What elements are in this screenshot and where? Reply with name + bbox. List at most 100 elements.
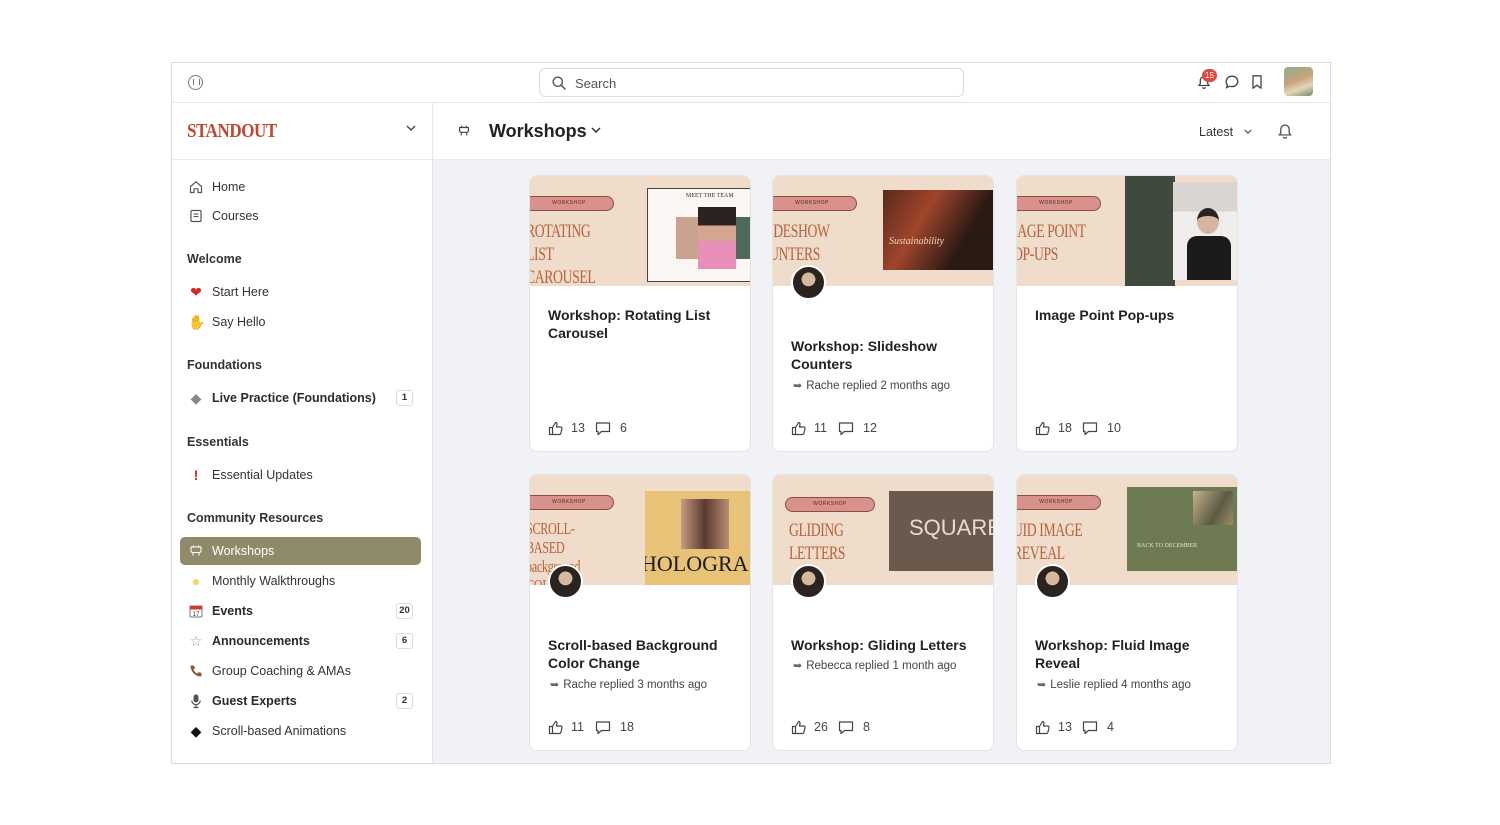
- sidebar-item-monthly-walkthroughs[interactable]: ● Monthly Walkthroughs: [180, 567, 421, 595]
- comment-icon[interactable]: [838, 720, 854, 735]
- post-card[interactable]: WORKSHOP GLIDING LETTERS SQUARE Workshop…: [772, 474, 994, 751]
- comment-icon[interactable]: [1082, 720, 1098, 735]
- search-input[interactable]: [575, 73, 945, 93]
- home-icon: [189, 181, 203, 194]
- sidebar-item-label: Start Here: [212, 285, 269, 299]
- like-icon[interactable]: [791, 421, 807, 436]
- author-avatar[interactable]: [791, 564, 826, 599]
- wave-hand-icon: ✋: [188, 314, 206, 330]
- thumbnail-caption: BACK TO DECEMBER: [1137, 543, 1198, 549]
- author-avatar[interactable]: [548, 564, 583, 599]
- sidebar-item-events[interactable]: 17 Events 20: [180, 597, 421, 625]
- thumbnail-image: [1173, 182, 1237, 280]
- post-card[interactable]: WORKSHOP SCROLL-BASED background COLOR C…: [529, 474, 751, 751]
- sidebar-item-scroll-animations[interactable]: ◆ Scroll-based Animations: [180, 717, 421, 745]
- sidebar-item-group-coaching[interactable]: Group Coaching & AMAs: [180, 657, 421, 685]
- sidebar-item-live-practice[interactable]: ◆ Live Practice (Foundations) 1: [180, 384, 421, 412]
- sidebar-item-announcements[interactable]: ☆ Announcements 6: [180, 627, 421, 655]
- sidebar-item-label: Group Coaching & AMAs: [212, 664, 351, 678]
- like-icon[interactable]: [548, 421, 564, 436]
- comment-icon[interactable]: [838, 421, 854, 436]
- sidebar-item-workshops[interactable]: Workshops: [180, 537, 421, 565]
- thumbnail-image: Sustainability: [883, 190, 993, 270]
- comment-icon[interactable]: [595, 421, 611, 436]
- thumbnail-caption: MEET THE TEAM: [686, 193, 734, 199]
- chevron-down-icon[interactable]: [591, 127, 601, 133]
- sidebar-item-label: Say Hello: [212, 315, 266, 329]
- post-card[interactable]: WORKSHOP ROTATING LIST CAROUSEL MEET THE…: [529, 175, 751, 452]
- section-heading-essentials[interactable]: Essentials: [187, 435, 249, 449]
- post-title[interactable]: Workshop: Gliding Letters: [791, 636, 981, 654]
- like-icon[interactable]: [791, 720, 807, 735]
- post-thumbnail[interactable]: WORKSHOP IAGE POINT OP-UPS: [1017, 176, 1237, 286]
- user-avatar[interactable]: [1284, 67, 1313, 96]
- post-title[interactable]: Image Point Pop-ups: [1035, 306, 1225, 324]
- bookmark-icon[interactable]: [1251, 74, 1263, 90]
- phone-icon: [190, 665, 202, 677]
- sidebar-item-label: Guest Experts: [212, 694, 297, 708]
- section-heading-community-resources[interactable]: Community Resources: [187, 511, 323, 525]
- author-avatar[interactable]: [1035, 564, 1070, 599]
- chat-bubble-icon[interactable]: [1224, 74, 1240, 90]
- like-count: 26: [814, 720, 828, 734]
- comment-count: 4: [1107, 720, 1114, 734]
- sidebar-item-label: Live Practice (Foundations): [212, 391, 376, 405]
- like-icon[interactable]: [548, 720, 564, 735]
- post-title[interactable]: Workshop: Slideshow Counters: [791, 337, 981, 373]
- brand-logo[interactable]: STANDOUT: [187, 120, 277, 143]
- exclamation-icon: !: [193, 467, 199, 483]
- post-card[interactable]: WORKSHOP IDESHOW UNTERS Sustainability W…: [772, 175, 994, 452]
- reply-info: ➥ Rebecca replied 1 month ago: [793, 659, 956, 672]
- sidebar-item-home[interactable]: Home: [180, 173, 421, 201]
- reply-info: ➥ Rache replied 3 months ago: [550, 678, 707, 691]
- workshop-badge: WORKSHOP: [530, 196, 614, 211]
- app-window: 15 STANDOUT Home Courses: [171, 62, 1331, 764]
- search-box[interactable]: [539, 68, 964, 97]
- page-title[interactable]: Workshops: [489, 121, 587, 142]
- like-icon[interactable]: [1035, 720, 1051, 735]
- sidebar-item-label: Monthly Walkthroughs: [212, 574, 336, 588]
- comment-count: 10: [1107, 421, 1121, 435]
- chevron-down-icon[interactable]: [1244, 129, 1252, 134]
- reply-arrow-icon: ➥: [793, 660, 803, 672]
- search-icon: [552, 76, 566, 90]
- sidebar-item-label: Essential Updates: [212, 468, 313, 482]
- sort-dropdown[interactable]: Latest: [1199, 125, 1233, 139]
- main-content: Workshops Latest WORKSHOP ROTATING LIST …: [433, 103, 1330, 763]
- post-card[interactable]: WORKSHOP IAGE POINT OP-UPS Image Point P…: [1016, 175, 1238, 452]
- comment-icon[interactable]: [1082, 421, 1098, 436]
- section-heading-welcome[interactable]: Welcome: [187, 252, 242, 266]
- thumbnail-image: MEET THE TEAM: [647, 188, 750, 282]
- brand-header[interactable]: STANDOUT: [172, 103, 432, 160]
- post-title[interactable]: Workshop: Rotating List Carousel: [548, 306, 738, 342]
- post-card[interactable]: WORKSHOP UID IMAGE REVEAL BACK TO DECEMB…: [1016, 474, 1238, 751]
- sidebar-item-start-here[interactable]: ❤ Start Here: [180, 278, 421, 306]
- sidebar-item-label: Scroll-based Animations: [212, 724, 347, 738]
- like-icon[interactable]: [1035, 421, 1051, 436]
- post-thumbnail[interactable]: WORKSHOP ROTATING LIST CAROUSEL MEET THE…: [530, 176, 750, 286]
- post-title[interactable]: Workshop: Fluid Image Reveal: [1035, 636, 1225, 672]
- sidebar-item-guest-experts[interactable]: Guest Experts 2: [180, 687, 421, 715]
- sidebar-item-label: Courses: [212, 209, 259, 223]
- author-avatar[interactable]: [791, 265, 826, 300]
- comment-icon[interactable]: [595, 720, 611, 735]
- space-notifications-bell-icon[interactable]: [1277, 122, 1293, 140]
- star-icon: ☆: [189, 633, 203, 649]
- sidebar-item-courses[interactable]: Courses: [180, 202, 421, 230]
- workshop-badge: WORKSHOP: [530, 495, 614, 510]
- post-title[interactable]: Scroll-based Background Color Change: [548, 636, 738, 672]
- workshop-icon: [190, 545, 202, 556]
- like-count: 11: [814, 421, 827, 435]
- workshop-icon: [459, 125, 469, 136]
- reply-arrow-icon: ➥: [793, 380, 803, 392]
- section-heading-foundations[interactable]: Foundations: [187, 358, 262, 372]
- thumbnail-panel: [1125, 176, 1175, 286]
- sidebar-item-say-hello[interactable]: ✋ Say Hello: [180, 308, 421, 336]
- sidebar-item-essential-updates[interactable]: ! Essential Updates: [180, 461, 421, 489]
- like-count: 13: [1058, 720, 1072, 734]
- reply-arrow-icon: ➥: [1037, 679, 1047, 691]
- diamond-icon: ◆: [190, 390, 202, 406]
- black-diamond-icon: ◆: [190, 723, 202, 739]
- chevron-down-icon[interactable]: [406, 125, 416, 131]
- community-logo-icon[interactable]: [188, 75, 203, 90]
